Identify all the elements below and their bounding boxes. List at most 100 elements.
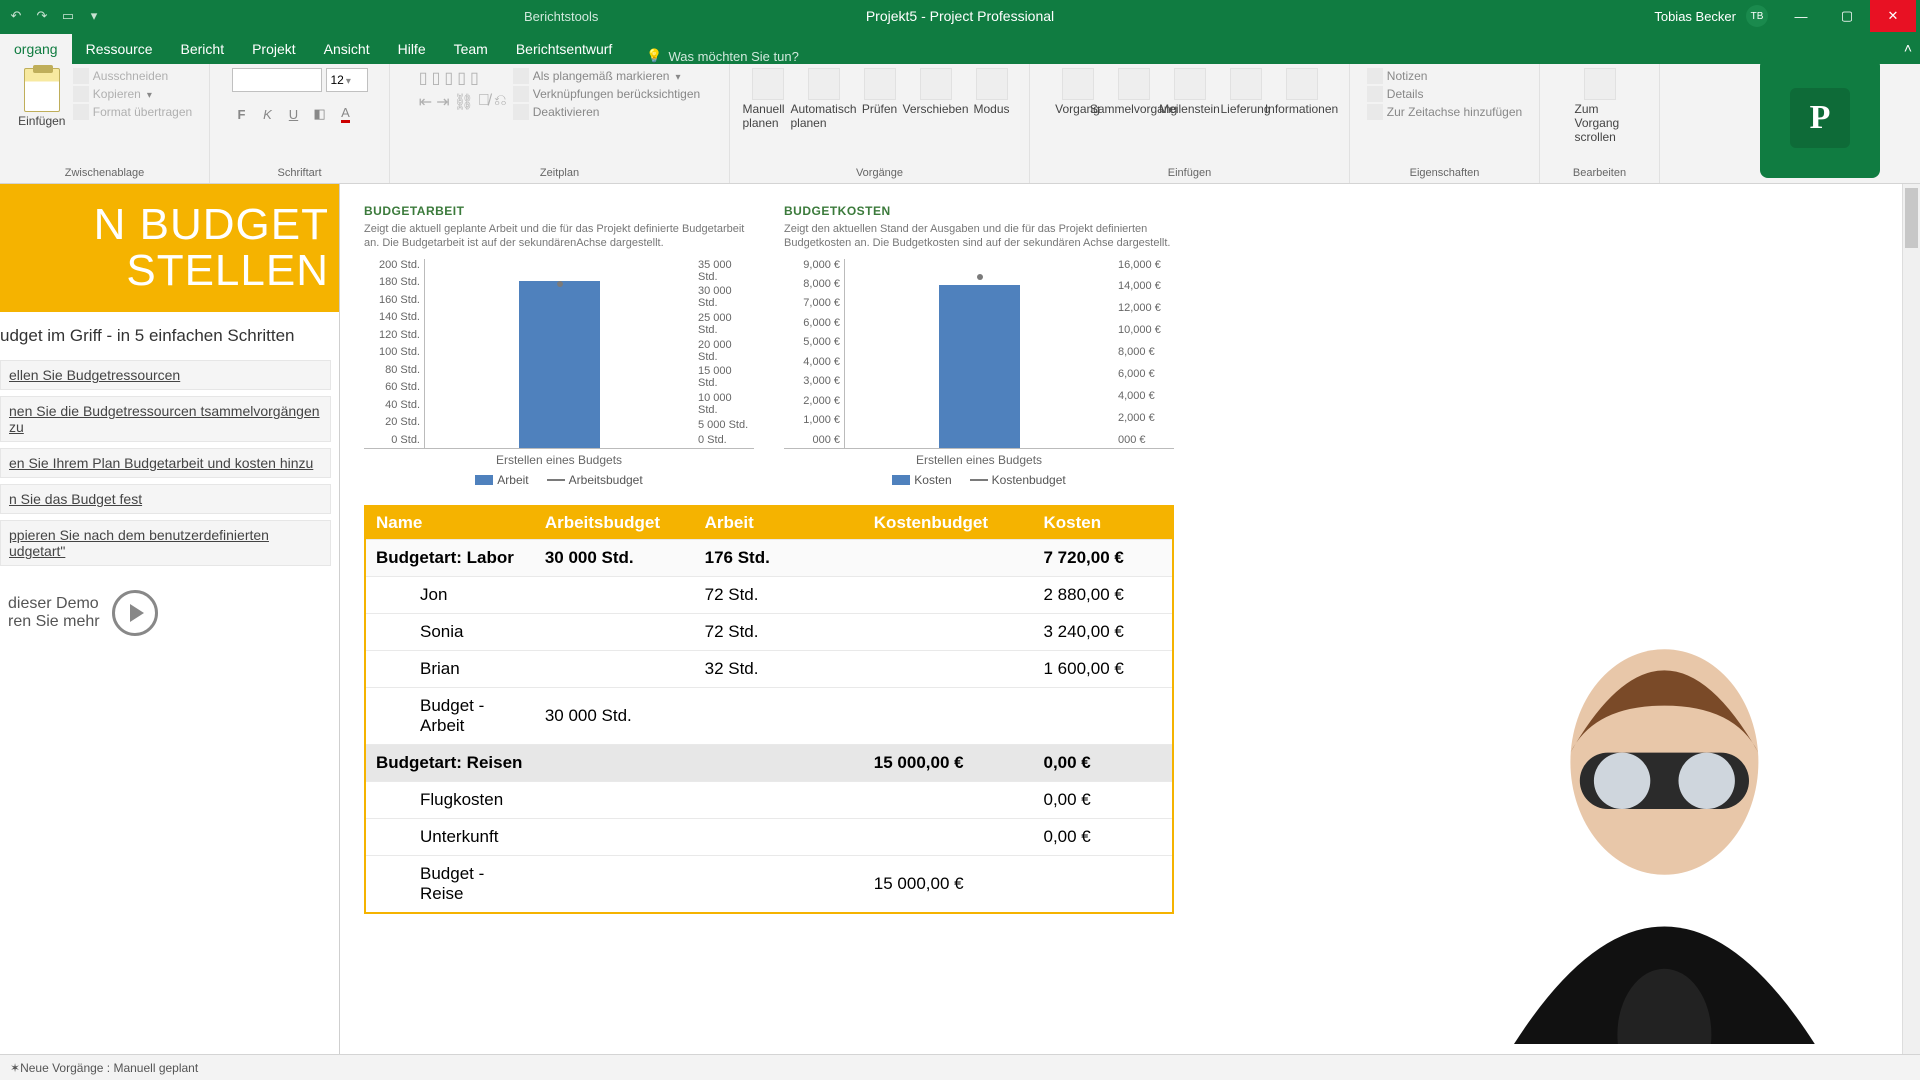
font-color-button[interactable]: A <box>336 104 356 124</box>
inspect-button[interactable]: Prüfen <box>855 68 905 116</box>
y-axis-left: 200 Std.180 Std.160 Std.140 Std.120 Std.… <box>364 259 424 448</box>
chart-budgetkosten[interactable]: BUDGETKOSTEN Zeigt den aktuellen Stand d… <box>784 204 1174 487</box>
minimize-button[interactable]: — <box>1778 0 1824 32</box>
tab-projekt[interactable]: Projekt <box>238 34 310 64</box>
chart-legend: Arbeit Arbeitsbudget <box>364 467 754 487</box>
outdent-icon[interactable]: ⇤ <box>419 92 432 112</box>
format-painter-button[interactable]: Format übertragen <box>73 104 192 120</box>
unlink-icon[interactable]: ⛓̸ <box>478 92 490 112</box>
sidebar-link-3[interactable]: en Sie Ihrem Plan Budgetarbeit und koste… <box>0 448 331 478</box>
th-arbeitsbudget[interactable]: Arbeitsbudget <box>535 506 695 540</box>
chart-budgetarbeit[interactable]: BUDGETARBEIT Zeigt die aktuell geplante … <box>364 204 754 487</box>
tab-hilfe[interactable]: Hilfe <box>384 34 440 64</box>
italic-button[interactable]: K <box>258 104 278 124</box>
details-button[interactable]: Details <box>1367 86 1522 102</box>
status-bar: ✶ Neue Vorgänge : Manuell geplant <box>0 1054 1920 1080</box>
underline-button[interactable]: U <box>284 104 304 124</box>
table-row[interactable]: Jon72 Std.2 880,00 € <box>365 576 1173 613</box>
scroll-to-task-button[interactable]: Zum Vorgang scrollen <box>1575 68 1625 144</box>
document-title: Projekt5 - Project Professional <box>866 8 1054 24</box>
fill-color-button[interactable]: ◧ <box>310 104 330 124</box>
table-row[interactable]: Budget - Arbeit30 000 Std. <box>365 687 1173 744</box>
notes-button[interactable]: Notizen <box>1367 68 1522 84</box>
insert-summary-button[interactable]: Sammelvorgang <box>1109 68 1159 116</box>
progress-100-icon[interactable]: ▯ <box>470 68 479 88</box>
redo-icon[interactable]: ↷ <box>32 6 52 26</box>
tab-vorgang[interactable]: organg <box>0 34 72 64</box>
insert-deliverable-button[interactable]: Lieferung <box>1221 68 1271 116</box>
mode-button[interactable]: Modus <box>967 68 1017 116</box>
collapse-ribbon-icon[interactable]: ˄ <box>1904 40 1912 56</box>
budget-table[interactable]: Name Arbeitsbudget Arbeit Kostenbudget K… <box>364 505 1174 914</box>
split-icon[interactable]: ⎌ <box>494 92 507 112</box>
th-arbeit[interactable]: Arbeit <box>695 506 864 540</box>
auto-schedule-button[interactable]: Automatisch planen <box>799 68 849 130</box>
scrollbar-thumb[interactable] <box>1905 188 1918 248</box>
table-row[interactable]: Brian32 Std.1 600,00 € <box>365 650 1173 687</box>
information-button[interactable]: Informationen <box>1277 68 1327 116</box>
new-file-icon[interactable]: ▭ <box>58 6 78 26</box>
th-kostenbudget[interactable]: Kostenbudget <box>864 506 1034 540</box>
progress-50-icon[interactable]: ▯ <box>444 68 453 88</box>
font-name-combo[interactable] <box>232 68 322 92</box>
chart-plot: 200 Std.180 Std.160 Std.140 Std.120 Std.… <box>364 259 754 449</box>
qat-dropdown-icon[interactable]: ▾ <box>84 6 104 26</box>
user-name[interactable]: Tobias Becker <box>1654 9 1736 24</box>
tab-bericht[interactable]: Bericht <box>167 34 239 64</box>
table-row[interactable]: Flugkosten0,00 € <box>365 781 1173 818</box>
sidebar-link-2[interactable]: nen Sie die Budgetressourcen tsammelvorg… <box>0 396 331 442</box>
font-size-combo[interactable]: 12 <box>326 68 368 92</box>
tab-ressource[interactable]: Ressource <box>72 34 167 64</box>
tab-ansicht[interactable]: Ansicht <box>310 34 384 64</box>
tell-me-search[interactable]: 💡 Was möchten Sie tun? <box>646 48 799 64</box>
table-row[interactable]: Unterkunft0,00 € <box>365 818 1173 855</box>
report-canvas[interactable]: BUDGETARBEIT Zeigt die aktuell geplante … <box>340 184 1920 1054</box>
group-insert: Vorgang Sammelvorgang Meilenstein Liefer… <box>1030 64 1350 183</box>
paste-icon <box>24 68 60 112</box>
tab-team[interactable]: Team <box>440 34 502 64</box>
table-row[interactable]: Budgetart: Reisen15 000,00 €0,00 € <box>365 744 1173 781</box>
close-button[interactable]: ✕ <box>1870 0 1916 32</box>
sidebar-link-5[interactable]: ppieren Sie nach dem benutzerdefinierten… <box>0 520 331 566</box>
sidebar-link-4[interactable]: n Sie das Budget fest <box>0 484 331 514</box>
th-name[interactable]: Name <box>365 506 535 540</box>
sidebar-link-1[interactable]: ellen Sie Budgetressourcen <box>0 360 331 390</box>
copy-button[interactable]: Kopieren <box>73 86 192 102</box>
indent-icon[interactable]: ⇥ <box>436 92 449 112</box>
tab-berichtsentwurf[interactable]: Berichtsentwurf <box>502 34 626 64</box>
progress-75-icon[interactable]: ▯ <box>457 68 466 88</box>
y-axis-right: 35 000 Std.30 000 Std.25 000 Std.20 000 … <box>694 259 754 448</box>
progress-0-icon[interactable]: ▯ <box>419 68 428 88</box>
chart-title: BUDGETKOSTEN <box>784 204 1174 218</box>
deactivate-button[interactable]: Deaktivieren <box>513 104 700 120</box>
link-icon[interactable]: ⛓ <box>454 92 474 112</box>
cut-button[interactable]: Ausschneiden <box>73 68 192 84</box>
inspect-icon <box>864 68 896 100</box>
x-label: Erstellen eines Budgets <box>784 449 1174 467</box>
table-row[interactable]: Sonia72 Std.3 240,00 € <box>365 613 1173 650</box>
manual-schedule-button[interactable]: Manuell planen <box>743 68 793 130</box>
add-timeline-button[interactable]: Zur Zeitachse hinzufügen <box>1367 104 1522 120</box>
contextual-tab-label: Berichtstools <box>524 9 598 24</box>
notes-icon <box>1367 68 1383 84</box>
paste-button[interactable]: Einfügen <box>17 68 67 128</box>
summary-icon <box>1118 68 1150 100</box>
respect-links-button[interactable]: Verknüpfungen berücksichtigen <box>513 86 700 102</box>
deliverable-icon <box>1230 68 1262 100</box>
chart-title: BUDGETARBEIT <box>364 204 754 218</box>
undo-icon[interactable]: ↶ <box>6 6 26 26</box>
th-kosten[interactable]: Kosten <box>1033 506 1173 540</box>
insert-milestone-button[interactable]: Meilenstein <box>1165 68 1215 116</box>
deactivate-icon <box>513 104 529 120</box>
webcam-overlay <box>1420 574 1890 1044</box>
table-row[interactable]: Budgetart: Labor30 000 Std.176 Std.7 720… <box>365 539 1173 576</box>
move-button[interactable]: Verschieben <box>911 68 961 116</box>
maximize-button[interactable]: ▢ <box>1824 0 1870 32</box>
table-row[interactable]: Budget - Reise15 000,00 € <box>365 855 1173 913</box>
user-avatar[interactable]: TB <box>1746 5 1768 27</box>
vertical-scrollbar[interactable] <box>1902 184 1920 1054</box>
progress-25-icon[interactable]: ▯ <box>432 68 441 88</box>
play-icon[interactable] <box>112 590 158 636</box>
mark-on-track-button[interactable]: Als plangemäß markieren <box>513 68 700 84</box>
bold-button[interactable]: F <box>232 104 252 124</box>
